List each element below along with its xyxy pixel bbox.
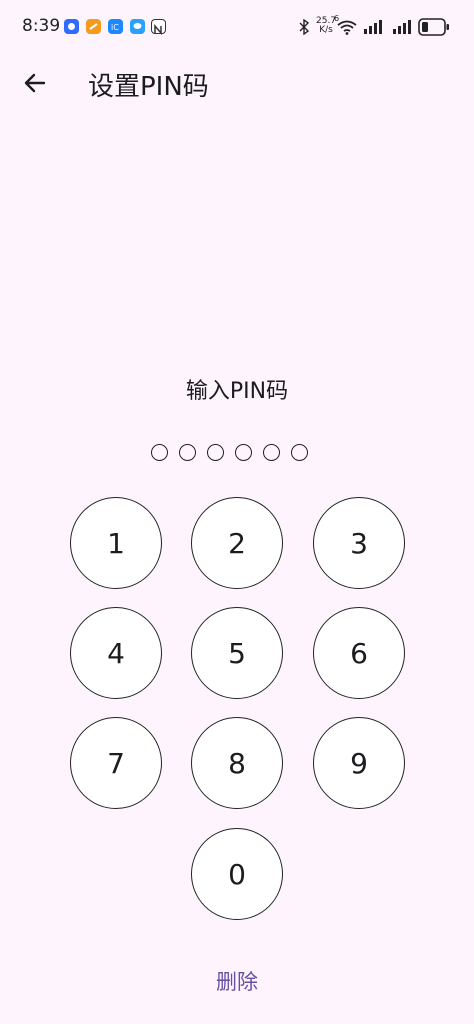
key-7[interactable]: 7 — [70, 717, 162, 809]
battery-icon — [418, 18, 450, 40]
key-6[interactable]: 6 — [313, 607, 405, 699]
key-5[interactable]: 5 — [191, 607, 283, 699]
bluetooth-icon — [298, 18, 310, 39]
delete-button[interactable]: 删除 — [0, 966, 474, 996]
message-notification-icon — [130, 19, 145, 34]
signal-icon — [392, 19, 412, 38]
key-0[interactable]: 0 — [191, 828, 283, 920]
key-9[interactable]: 9 — [313, 717, 405, 809]
app-notification-icon — [86, 19, 101, 34]
key-1[interactable]: 1 — [70, 497, 162, 589]
status-time: 8:39 — [22, 16, 61, 36]
wifi-icon: 6 — [334, 14, 358, 39]
pin-dot — [235, 444, 252, 461]
back-button[interactable] — [22, 70, 48, 96]
pin-dot — [151, 444, 168, 461]
pin-dot — [179, 444, 196, 461]
app-notification-icon — [64, 19, 79, 34]
app-notification-icon: iC — [108, 19, 123, 34]
key-8[interactable]: 8 — [191, 717, 283, 809]
pin-dot — [291, 444, 308, 461]
arrow-left-icon — [24, 73, 46, 93]
pin-dot — [207, 444, 224, 461]
pin-prompt: 输入PIN码 — [185, 379, 289, 404]
signal-icon — [363, 19, 383, 38]
key-3[interactable]: 3 — [313, 497, 405, 589]
pin-dot — [263, 444, 280, 461]
key-4[interactable]: 4 — [70, 607, 162, 699]
svg-text:iC: iC — [111, 23, 119, 32]
key-2[interactable]: 2 — [191, 497, 283, 589]
page-title: 设置PIN码 — [88, 72, 209, 102]
status-bar: 8:39 iC 25.7 K/s 6 — [0, 0, 474, 56]
wifi-label: 6 — [334, 14, 340, 23]
pin-indicator — [151, 444, 308, 461]
nfc-icon — [151, 19, 166, 36]
net-speed-unit: K/s — [319, 25, 333, 35]
